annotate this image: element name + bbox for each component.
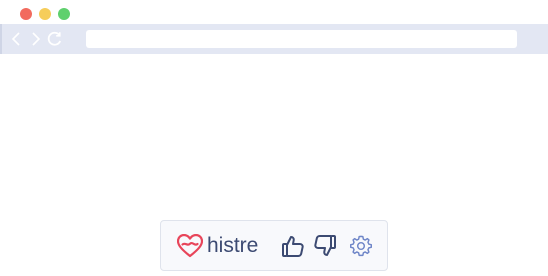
minimize-window-button[interactable]	[39, 8, 51, 20]
histre-toolbar-widget: histre	[160, 220, 388, 271]
reload-button[interactable]	[47, 30, 63, 48]
address-bar[interactable]	[86, 30, 517, 48]
window-titlebar	[0, 0, 548, 24]
back-button[interactable]	[8, 30, 24, 48]
forward-button[interactable]	[28, 30, 44, 48]
thumbs-down-button[interactable]	[312, 233, 338, 259]
maximize-window-button[interactable]	[58, 8, 70, 20]
reload-icon	[47, 31, 62, 46]
gear-icon	[350, 235, 372, 257]
settings-button[interactable]	[348, 233, 374, 259]
brand-name: histre	[207, 234, 259, 257]
thumbs-down-icon	[314, 235, 336, 256]
heart-logo-icon	[177, 234, 203, 258]
histre-logo[interactable]	[177, 233, 203, 259]
close-window-button[interactable]	[20, 8, 32, 20]
thumbs-up-icon	[282, 236, 304, 257]
chevron-right-icon	[32, 32, 41, 46]
thumbs-up-button[interactable]	[280, 233, 306, 259]
chevron-left-icon	[11, 32, 20, 46]
browser-navbar	[0, 24, 548, 54]
